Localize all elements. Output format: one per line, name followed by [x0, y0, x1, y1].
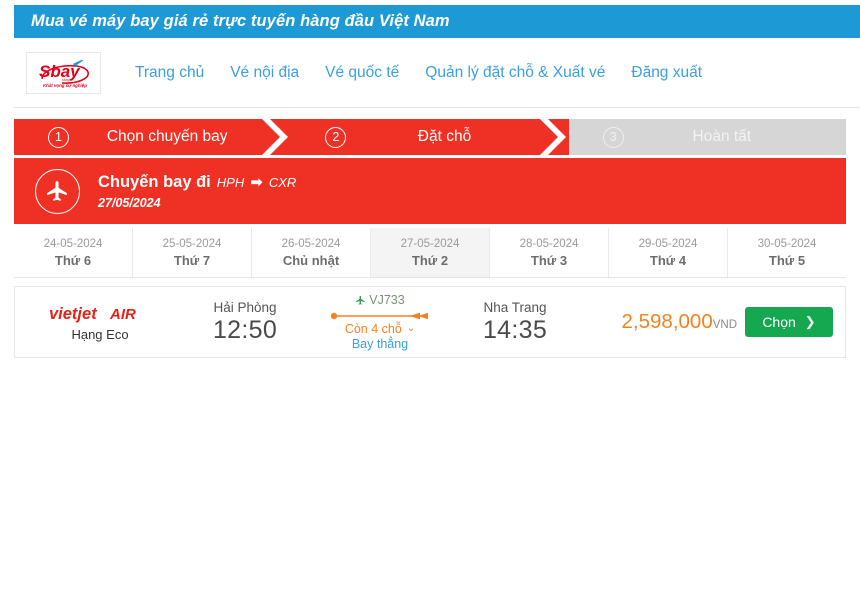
arrival-time: 14:35 [455, 316, 575, 345]
flight-result-row[interactable]: vietjet AIR Hạng Eco Hải Phòng 12:50 VJ7… [14, 286, 846, 358]
airline-column: vietjet AIR Hạng Eco [15, 303, 185, 342]
step-3-complete[interactable]: 3 Hoàn tất [569, 119, 846, 155]
step-2-booking[interactable]: 2 Đặt chỗ [291, 119, 568, 155]
airline-fare-class: Hạng Eco [71, 327, 128, 342]
nav-item-manage-booking[interactable]: Quản lý đặt chỗ & Xuất vé [412, 64, 618, 82]
svg-text:Sbay: Sbay [39, 62, 81, 81]
arrival-column: Nha Trang 14:35 [455, 300, 575, 345]
step-1-select-flight[interactable]: 1 Chọn chuyến bay [14, 119, 291, 155]
date-tab-0-day: Thứ 6 [55, 253, 91, 268]
date-tab-1[interactable]: 25-05-2024 Thứ 7 [133, 228, 252, 277]
route-column: VJ733 Còn 4 chỗ ⌄ Bay thẳng [305, 293, 455, 351]
main-nav: Trang chủ Vé nội địa Vé quốc tế Quản lý … [135, 64, 715, 82]
banner-date: 27/05/2024 [98, 196, 296, 210]
page-root: Mua vé máy bay giá rẻ trực tuyến hàng đầ… [0, 0, 860, 607]
select-flight-button[interactable]: Chọn ❯ [745, 307, 833, 337]
step-2-number: 2 [325, 127, 346, 148]
flight-number: VJ733 [369, 293, 404, 307]
site-logo[interactable]: Sbay Khát vọng sự nghiệp sbay.vn [26, 52, 101, 94]
select-flight-label: Chọn [762, 314, 795, 330]
date-tab-1-date: 25-05-2024 [163, 238, 222, 250]
date-tab-4-date: 28-05-2024 [520, 238, 579, 250]
price-amount: 2,598,000 [622, 310, 713, 333]
arrival-city: Nha Trang [455, 300, 575, 315]
svg-text:Khát vọng sự nghiệp: Khát vọng sự nghiệp [43, 83, 87, 88]
nav-item-logout[interactable]: Đăng xuất [618, 64, 715, 82]
date-tab-2-day: Chủ nhật [283, 253, 339, 268]
tagline-text: Mua vé máy bay giá rẻ trực tuyến hàng đầ… [14, 12, 450, 31]
small-airplane-icon [355, 295, 366, 306]
banner-title: Chuyến bay đi [98, 173, 211, 192]
step-1-number: 1 [48, 127, 69, 148]
price-column: 2,598,000VND [575, 310, 745, 334]
date-tab-2[interactable]: 26-05-2024 Chủ nhật [252, 228, 371, 277]
date-tab-3-date: 27-05-2024 [401, 238, 460, 250]
departure-column: Hải Phòng 12:50 [185, 300, 305, 345]
svg-text:AIR: AIR [109, 306, 136, 323]
tagline-bar: Mua vé máy bay giá rẻ trực tuyến hàng đầ… [14, 5, 860, 38]
date-tab-3-selected[interactable]: 27-05-2024 Thứ 2 [371, 228, 490, 277]
sbay-logo-icon: Sbay Khát vọng sự nghiệp sbay.vn [32, 56, 96, 90]
chevron-right-icon: ❯ [805, 314, 816, 330]
date-tab-5[interactable]: 29-05-2024 Thứ 4 [609, 228, 728, 277]
select-column: Chọn ❯ [745, 307, 855, 337]
airplane-icon [35, 169, 80, 214]
arrow-right-icon: ➡ [250, 175, 263, 190]
price-currency: VND [713, 319, 737, 331]
date-selector-strip: 24-05-2024 Thứ 6 25-05-2024 Thứ 7 26-05-… [14, 228, 846, 278]
date-tab-1-day: Thứ 7 [174, 253, 210, 268]
banner-text: Chuyến bay đi HPH ➡ CXR 27/05/2024 [98, 173, 296, 210]
date-tab-0-date: 24-05-2024 [44, 238, 103, 250]
date-tab-5-day: Thứ 4 [650, 253, 686, 268]
date-tab-2-date: 26-05-2024 [282, 238, 341, 250]
nav-item-international[interactable]: Vé quốc tế [312, 64, 412, 82]
seats-remaining-label: Còn 4 chỗ [345, 322, 402, 336]
step-3-label: Hoàn tất [624, 128, 846, 146]
svg-text:vietjet: vietjet [49, 305, 98, 323]
step-progress: 1 Chọn chuyến bay 2 Đặt chỗ 3 Hoàn tất [14, 119, 846, 155]
date-tab-6[interactable]: 30-05-2024 Thứ 5 [728, 228, 846, 277]
banner-destination-code: CXR [269, 175, 296, 190]
banner-origin-code: HPH [217, 175, 244, 190]
flight-direction-banner: Chuyến bay đi HPH ➡ CXR 27/05/2024 [14, 158, 846, 224]
route-path-icon [330, 310, 430, 322]
site-header: Sbay Khát vọng sự nghiệp sbay.vn Trang c… [14, 38, 860, 108]
route-line-graphic [330, 309, 430, 321]
banner-route-line: Chuyến bay đi HPH ➡ CXR [98, 173, 296, 192]
nav-item-home[interactable]: Trang chủ [135, 64, 217, 82]
flight-number-row: VJ733 [355, 293, 404, 307]
date-tab-5-date: 29-05-2024 [639, 238, 698, 250]
step-2-label: Đặt chỗ [346, 128, 568, 146]
date-tab-0[interactable]: 24-05-2024 Thứ 6 [14, 228, 133, 277]
svg-text:sbay.vn: sbay.vn [62, 78, 74, 82]
chevron-down-icon: ⌄ [407, 324, 415, 334]
date-tab-6-day: Thứ 5 [769, 253, 805, 268]
departure-time: 12:50 [185, 316, 305, 345]
step-1-label: Chọn chuyến bay [69, 128, 291, 146]
step-3-number: 3 [603, 127, 624, 148]
nav-item-domestic[interactable]: Vé nội địa [217, 64, 312, 82]
vietjet-air-logo-icon: vietjet AIR [48, 303, 153, 323]
date-tab-6-date: 30-05-2024 [758, 238, 817, 250]
departure-city: Hải Phòng [185, 300, 305, 315]
seats-remaining-dropdown[interactable]: Còn 4 chỗ ⌄ [345, 322, 415, 336]
date-tab-4[interactable]: 28-05-2024 Thứ 3 [490, 228, 609, 277]
direct-flight-label[interactable]: Bay thẳng [352, 337, 408, 351]
date-tab-3-day: Thứ 2 [412, 253, 448, 268]
airplane-glyph-icon [45, 179, 70, 204]
date-tab-4-day: Thứ 3 [531, 253, 567, 268]
